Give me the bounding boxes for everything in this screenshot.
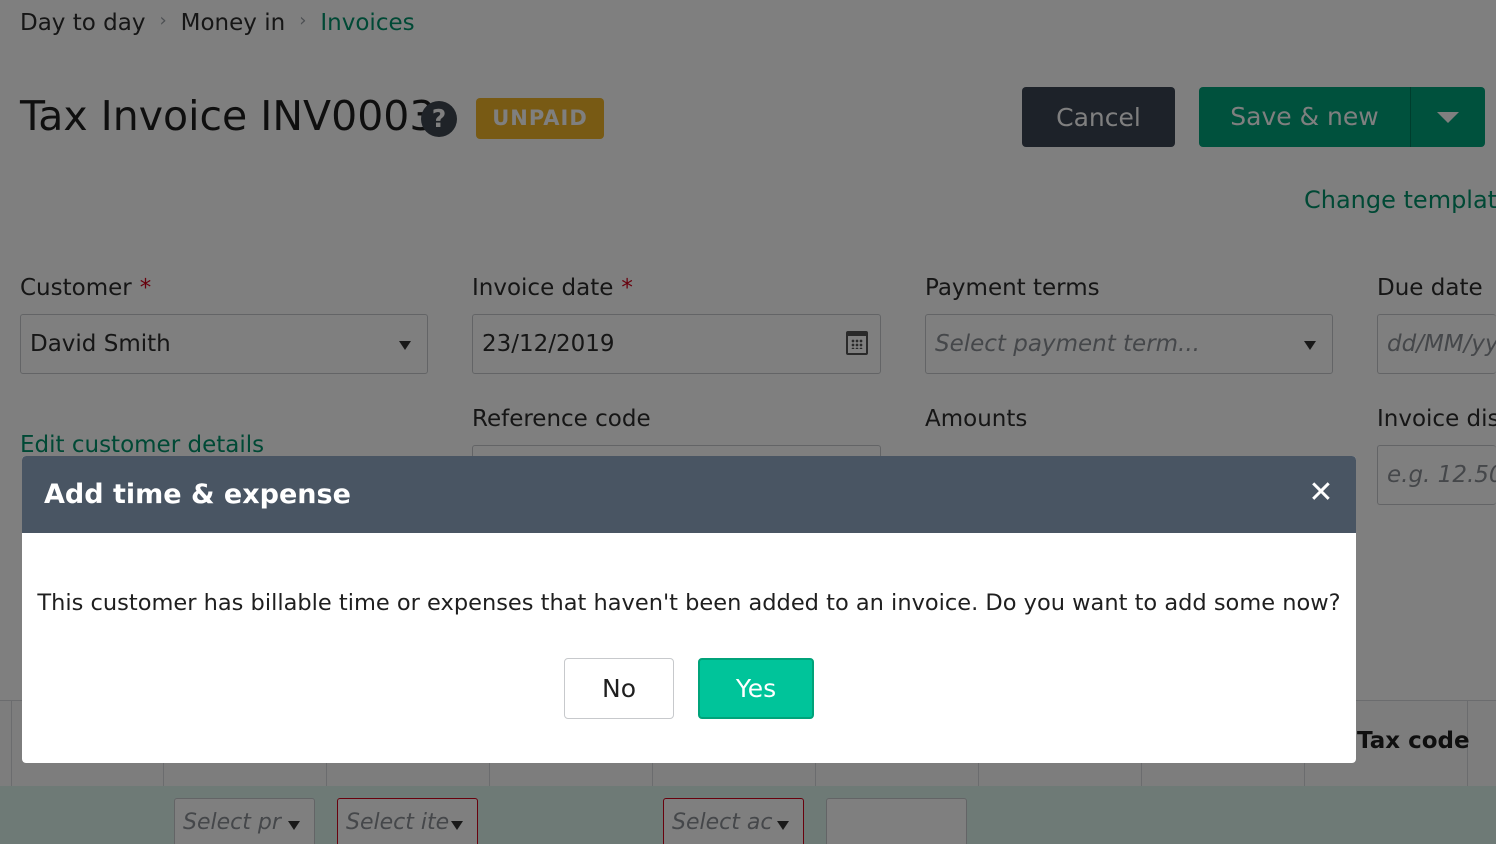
no-button[interactable]: No bbox=[564, 658, 674, 719]
modal-title: Add time & expense bbox=[44, 479, 351, 510]
add-time-expense-dialog: Add time & expense ✕ This customer has b… bbox=[22, 456, 1356, 763]
modal-message: This customer has billable time or expen… bbox=[37, 590, 1341, 616]
modal-header: Add time & expense ✕ bbox=[22, 456, 1356, 533]
yes-button[interactable]: Yes bbox=[698, 658, 814, 719]
close-icon[interactable]: ✕ bbox=[1306, 478, 1336, 508]
